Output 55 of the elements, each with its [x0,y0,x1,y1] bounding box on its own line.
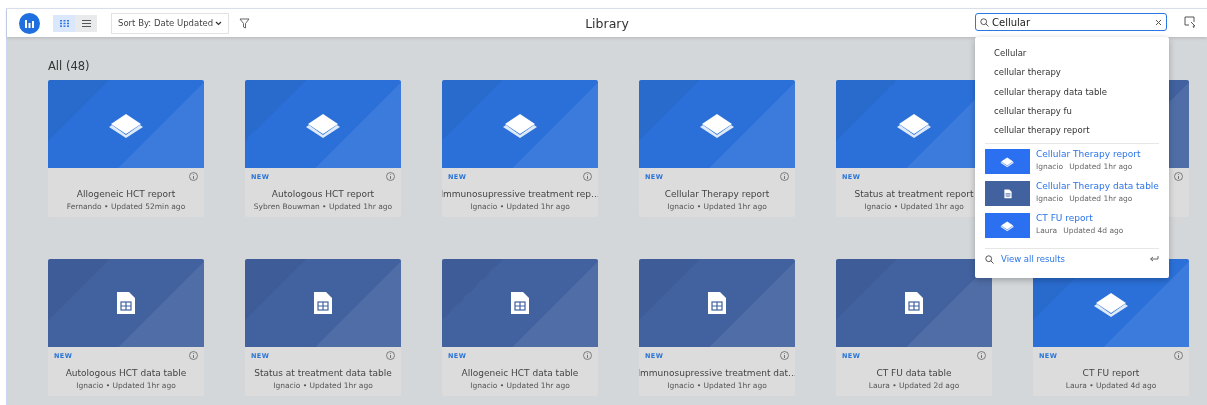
page-title: Library [585,15,629,31]
list-view-button[interactable] [75,14,97,32]
close-icon[interactable] [1155,18,1162,26]
info-icon[interactable] [189,351,198,360]
filter-icon[interactable] [239,17,250,29]
card-title: Autologous HCT data table [65,368,187,378]
stacked-layers-icon [1000,156,1015,168]
document-table-icon [707,291,727,315]
select-cursor-icon[interactable] [1184,16,1196,28]
card-title: Immunosupressive treatment rep... [442,189,598,199]
search-suggestion[interactable]: cellular therapy [975,63,1169,83]
card-title: Status at treatment data table [254,368,392,378]
stacked-layers-icon [1000,220,1015,232]
info-icon[interactable] [780,172,789,181]
result-thumbnail[interactable] [985,213,1030,239]
card-title: CT FU data table [876,368,952,378]
info-icon[interactable] [977,351,986,360]
info-icon[interactable] [1174,351,1183,360]
search-suggestion[interactable]: Cellular [975,44,1169,64]
card-title: CT FU report [1082,368,1140,378]
sort-dropdown[interactable]: Sort By: Date Updated [111,12,229,34]
search-box[interactable]: Cellular [975,13,1167,31]
document-table-icon [510,291,530,315]
result-link[interactable]: Cellular Therapy data table [1036,181,1159,192]
result-link[interactable]: Cellular Therapy report [1036,149,1141,160]
info-icon[interactable] [1174,172,1183,181]
result-thumbnail[interactable] [985,149,1030,175]
document-table-icon [904,291,924,315]
search-icon [980,17,989,27]
card-title: Autologous HCT report [271,189,375,199]
document-table-icon [1003,189,1012,199]
list-icon [81,19,91,27]
search-icon [985,255,994,264]
grid-icon [59,19,69,27]
info-icon[interactable] [386,172,395,181]
info-icon[interactable] [780,351,789,360]
bar-chart-icon [24,17,35,29]
document-table-icon [313,291,333,315]
grid-view-button[interactable] [53,14,75,32]
card-title: Cellular Therapy report [664,189,770,199]
result-thumbnail[interactable] [985,181,1030,207]
card-title: Allogeneic HCT report [76,189,176,199]
logo[interactable] [19,12,40,34]
result-link[interactable]: CT FU report [1036,213,1124,224]
enter-icon [1149,255,1159,264]
card-title: Allogeneic HCT data table [461,368,579,378]
info-icon[interactable] [386,351,395,360]
info-icon[interactable] [583,351,592,360]
document-table-icon [116,291,136,315]
chevron-down-icon [215,20,222,26]
section-heading: All (48) [48,59,90,73]
card-title: Immunosupressive treatment dat... [639,368,795,378]
info-icon[interactable] [583,172,592,181]
info-icon[interactable] [189,172,198,181]
card-title: Status at treatment report [854,189,974,199]
